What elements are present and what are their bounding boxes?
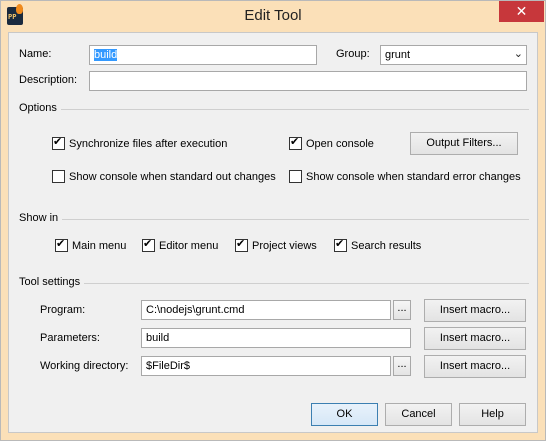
checkbox-checked-icon [52, 135, 65, 150]
sync-files-label: Synchronize files after execution [69, 138, 228, 150]
checkbox-checked-icon [289, 135, 302, 150]
options-title: Options [19, 102, 61, 114]
group-select[interactable]: grunt ⌄ [380, 45, 527, 65]
checkbox-checked-icon [334, 237, 347, 252]
ok-button[interactable]: OK [311, 403, 378, 426]
show-in-title: Show in [19, 212, 63, 224]
checkbox-checked-icon [235, 237, 248, 252]
project-views-label: Project views [252, 240, 317, 252]
parameters-label: Parameters: [40, 332, 100, 344]
options-section-header: Options [19, 102, 529, 116]
tool-settings-divider [19, 283, 529, 284]
working-directory-browse-button[interactable]: ... [393, 356, 411, 376]
main-menu-checkbox[interactable]: Main menu [55, 237, 127, 254]
program-browse-button[interactable]: ... [393, 300, 411, 320]
program-label: Program: [40, 304, 86, 316]
help-button[interactable]: Help [459, 403, 526, 426]
show-console-stderr-checkbox[interactable]: Show console when standard error changes [289, 169, 521, 185]
project-views-checkbox[interactable]: Project views [235, 237, 317, 254]
options-divider [19, 109, 529, 110]
description-label: Description: [19, 74, 78, 86]
sync-files-checkbox[interactable]: Synchronize files after execution [52, 135, 228, 152]
program-input[interactable]: C:\nodejs\grunt.cmd [141, 300, 391, 320]
editor-menu-label: Editor menu [159, 240, 219, 252]
dialog-title: Edit Tool [244, 7, 302, 24]
search-results-checkbox[interactable]: Search results [334, 237, 422, 254]
close-icon: ✕ [515, 3, 528, 19]
dialog-content: Name: build Group: grunt ⌄ Description: … [8, 32, 538, 433]
name-label: Name: [19, 48, 52, 60]
search-results-label: Search results [351, 240, 422, 252]
tool-settings-title: Tool settings [19, 276, 85, 288]
show-console-stdout-checkbox[interactable]: Show console when standard out changes [52, 169, 276, 185]
description-input[interactable] [89, 71, 527, 91]
output-filters-button[interactable]: Output Filters... [410, 132, 518, 155]
show-console-stdout-label: Show console when standard out changes [69, 171, 276, 183]
program-insert-macro-button[interactable]: Insert macro... [424, 299, 526, 322]
show-in-section-header: Show in [19, 212, 529, 226]
title-bar[interactable]: PP Edit Tool ✕ [1, 1, 545, 32]
open-console-label: Open console [306, 138, 374, 150]
working-directory-insert-macro-button[interactable]: Insert macro... [424, 355, 526, 378]
checkbox-checked-icon [55, 237, 68, 252]
chevron-down-icon: ⌄ [513, 48, 523, 60]
editor-menu-checkbox[interactable]: Editor menu [142, 237, 219, 254]
cancel-button[interactable]: Cancel [385, 403, 452, 426]
group-label: Group: [336, 48, 370, 60]
checkbox-unchecked-icon [289, 169, 302, 183]
main-menu-label: Main menu [72, 240, 127, 252]
group-select-value: grunt [385, 49, 411, 61]
working-directory-input[interactable]: $FileDir$ [141, 356, 391, 376]
open-console-checkbox[interactable]: Open console [289, 135, 374, 152]
name-input[interactable]: build [89, 45, 317, 65]
show-console-stderr-label: Show console when standard error changes [306, 171, 521, 183]
close-button[interactable]: ✕ [499, 1, 544, 22]
checkbox-checked-icon [142, 237, 155, 252]
parameters-insert-macro-button[interactable]: Insert macro... [424, 327, 526, 350]
name-input-value: build [94, 49, 118, 61]
show-in-divider [19, 219, 529, 220]
edit-tool-dialog: PP Edit Tool ✕ Name: build Group: grunt … [0, 0, 546, 441]
working-directory-label: Working directory: [40, 360, 129, 372]
parameters-input[interactable]: build [141, 328, 411, 348]
tool-settings-section-header: Tool settings [19, 276, 529, 290]
checkbox-unchecked-icon [52, 169, 65, 183]
